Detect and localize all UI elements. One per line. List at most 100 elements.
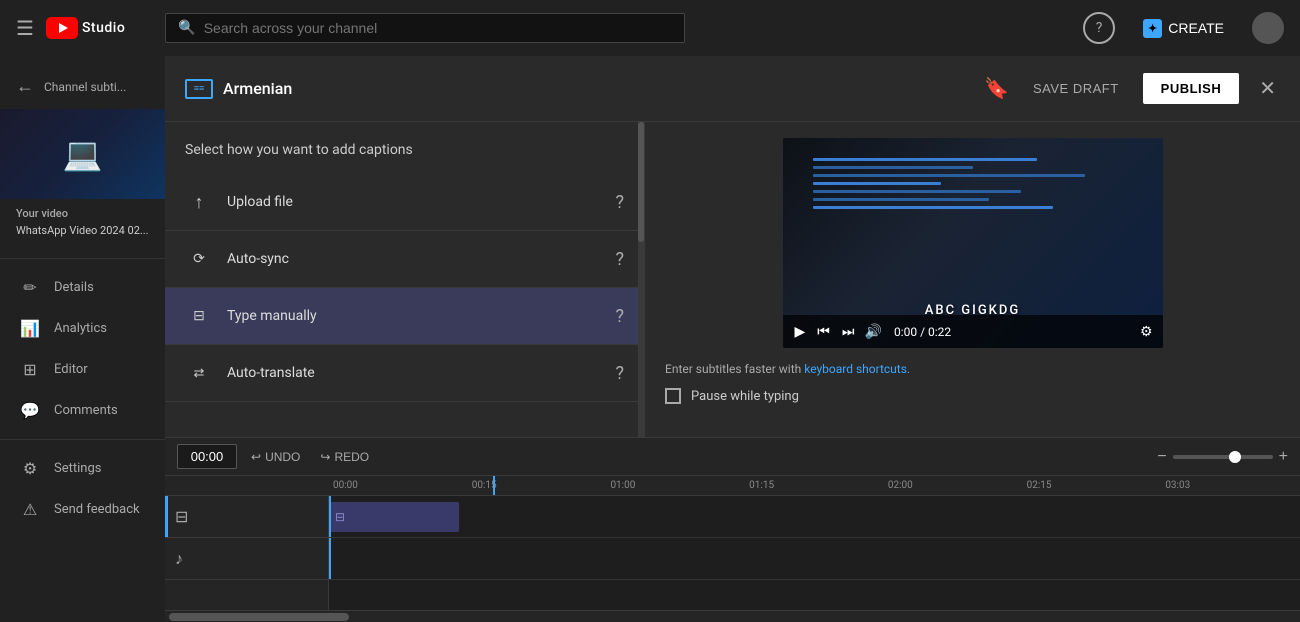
ruler-mark-4: 02:00 (884, 480, 1023, 491)
zoom-controls: − + (1157, 448, 1288, 466)
audio-track-icon: ♪ (175, 549, 183, 569)
sidebar-item-feedback[interactable]: ⚠ Send feedback (4, 490, 161, 529)
scroll-track (638, 122, 644, 437)
topbar-left: ☰ Studio (16, 16, 125, 40)
avatar[interactable] (1252, 12, 1284, 44)
publish-button[interactable]: PUBLISH (1143, 73, 1240, 104)
time-input[interactable] (177, 444, 237, 469)
sidebar-back[interactable]: ← Channel subti... (0, 64, 165, 109)
create-label: CREATE (1168, 20, 1224, 36)
autotranslate-label: Auto-translate (227, 365, 615, 381)
sidebar-item-details[interactable]: ✏ Details (4, 268, 161, 307)
sidebar-divider-2 (0, 439, 165, 440)
rewind-button[interactable]: ⏮ (815, 321, 832, 342)
code-line-1 (813, 158, 1037, 161)
clip-icon: ⊟ (335, 510, 345, 524)
analytics-label: Analytics (54, 321, 107, 336)
playhead-indicator (493, 476, 495, 495)
sidebar-item-comments[interactable]: 💬 Comments (4, 391, 161, 430)
modal-actions: 🔖 SAVE DRAFT PUBLISH ✕ (984, 72, 1280, 105)
sidebar-item-analytics[interactable]: 📊 Analytics (4, 309, 161, 348)
subtitle-track-row: ⊟ (329, 496, 1300, 538)
editor-icon: ⊞ (20, 360, 40, 379)
timeline-line-2 (329, 538, 331, 579)
scrollbar-thumb[interactable] (169, 613, 349, 621)
bookmark-button[interactable]: 🔖 (984, 76, 1009, 101)
topbar-right: ? ✦ CREATE (1083, 12, 1284, 44)
type-manually-label: Type manually (227, 308, 615, 324)
close-button[interactable]: ✕ (1255, 72, 1280, 105)
track-labels: ⊟ ♪ (165, 496, 329, 610)
pause-checkbox[interactable] (665, 388, 681, 404)
subtitles-track-icon: ⊟ (175, 507, 188, 526)
undo-icon: ↩ (251, 450, 261, 464)
caption-option-autosync[interactable]: ⟳ Auto-sync ? (165, 231, 644, 288)
ruler-mark-6: 03:03 (1161, 480, 1300, 491)
caption-option-upload[interactable]: ↑ Upload file ? (165, 174, 644, 231)
ruler-mark-2: 01:00 (606, 480, 745, 491)
main-layout: ← Channel subti... 💻 Your video WhatsApp… (0, 56, 1300, 622)
upload-label: Upload file (227, 194, 615, 210)
keyboard-link[interactable]: keyboard shortcuts. (804, 362, 910, 376)
track-area: ⊟ (329, 496, 1300, 610)
ruler-mark-3: 01:15 (745, 480, 884, 491)
zoom-out-button[interactable]: − (1157, 448, 1166, 466)
video-settings-button[interactable]: ⚙ (1140, 323, 1153, 340)
search-wrap[interactable]: 🔍 (165, 13, 685, 43)
upload-icon: ↑ (185, 188, 213, 216)
upload-help-icon[interactable]: ? (615, 192, 624, 213)
ruler-mark-1: 00:15 (468, 480, 607, 491)
audio-track-row (329, 538, 1300, 580)
ruler-mark-0: 00:00 (329, 480, 468, 491)
redo-button[interactable]: ↪ REDO (314, 446, 375, 468)
zoom-in-button[interactable]: + (1279, 448, 1288, 466)
autotranslate-icon: ⇄ (185, 359, 213, 387)
modal-title: Armenian (223, 79, 984, 98)
code-line-2 (813, 166, 973, 169)
redo-label: REDO (334, 450, 369, 464)
keyboard-hint: Enter subtitles faster with keyboard sho… (665, 360, 1280, 378)
autosync-icon: ⟳ (185, 245, 213, 273)
search-bar: 🔍 (165, 13, 685, 43)
code-line-7 (813, 206, 1053, 209)
video-frame: ABC GIGKDG ▶ ⏮ ⏭ 🔊 0:00 / 0:22 (783, 138, 1163, 348)
laptop-icon: 💻 (63, 135, 103, 173)
channel-subtitle-label: Channel subti... (44, 80, 126, 94)
type-manually-icon: ⊟ (185, 302, 213, 330)
volume-button[interactable]: 🔊 (865, 323, 882, 340)
sidebar-item-settings[interactable]: ⚙ Settings (4, 449, 161, 488)
video-preview: ABC GIGKDG ▶ ⏮ ⏭ 🔊 0:00 / 0:22 (783, 138, 1163, 348)
track-label-audio: ♪ (165, 538, 328, 580)
scroll-thumb[interactable] (638, 122, 644, 242)
hamburger-icon[interactable]: ☰ (16, 16, 34, 40)
autosync-help-icon[interactable]: ? (615, 249, 624, 270)
code-line-5 (813, 190, 1021, 193)
save-draft-button[interactable]: SAVE DRAFT (1021, 75, 1131, 102)
track-active-bar (165, 496, 168, 537)
settings-icon: ⚙ (20, 459, 40, 478)
sidebar-item-editor[interactable]: ⊞ Editor (4, 350, 161, 389)
video-title: WhatsApp Video 2024 02... (0, 224, 165, 250)
back-icon: ← (16, 76, 34, 97)
autotranslate-help-icon[interactable]: ? (615, 363, 624, 384)
timeline-tracks: ⊟ ♪ ⊟ (165, 496, 1300, 610)
caption-option-type-manually[interactable]: ⊟ Type manually ? (165, 288, 644, 345)
subtitle-clip[interactable]: ⊟ (329, 502, 459, 532)
zoom-slider[interactable] (1173, 455, 1273, 459)
create-button[interactable]: ✦ CREATE (1131, 13, 1236, 44)
zoom-thumb (1229, 451, 1241, 463)
play-button[interactable]: ▶ (793, 321, 808, 342)
forward-button[interactable]: ⏭ (840, 321, 857, 342)
search-input[interactable] (204, 20, 673, 36)
undo-button[interactable]: ↩ UNDO (245, 446, 306, 468)
caption-option-autotranslate[interactable]: ⇄ Auto-translate ? (165, 345, 644, 402)
sidebar: ← Channel subti... 💻 Your video WhatsApp… (0, 56, 165, 622)
autosync-label: Auto-sync (227, 251, 615, 267)
feedback-label: Send feedback (54, 502, 140, 517)
studio-label: Studio (82, 20, 125, 36)
help-button[interactable]: ? (1083, 12, 1115, 44)
video-panel: ABC GIGKDG ▶ ⏮ ⏭ 🔊 0:00 / 0:22 (645, 122, 1300, 437)
type-manually-help-icon[interactable]: ? (615, 306, 624, 327)
sidebar-divider-1 (0, 258, 165, 259)
your-video-label: Your video (0, 199, 165, 224)
